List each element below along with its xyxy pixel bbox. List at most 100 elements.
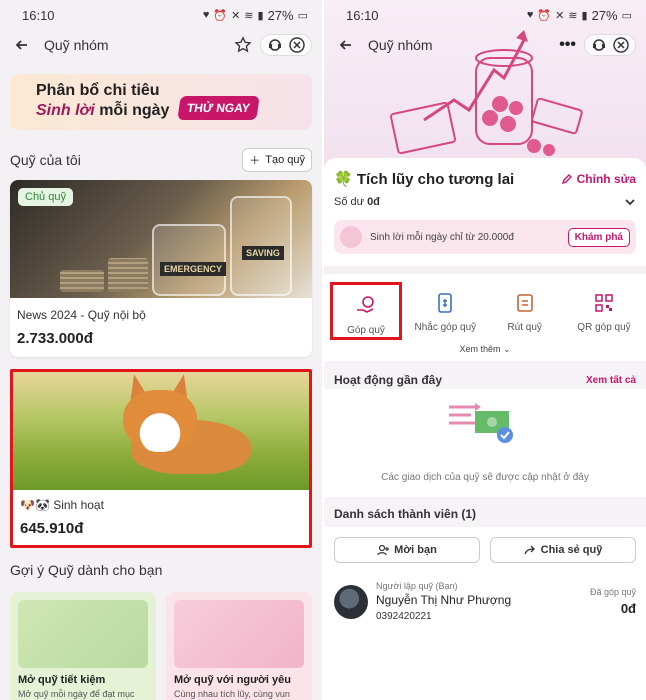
- banner-line2-rest: mỗi ngày: [94, 102, 170, 119]
- close-icon[interactable]: [289, 37, 305, 53]
- more-icon[interactable]: •••: [559, 36, 576, 54]
- withdraw-button[interactable]: Rút quỹ: [489, 282, 561, 340]
- back-button[interactable]: [334, 33, 358, 57]
- balance-value: 0đ: [367, 196, 380, 208]
- left-screen: 16:10 ♥ ⏰ ✕ ≋ ▮ 27% ▭ Quỹ nhóm Phân bổ c…: [0, 0, 322, 700]
- avatar: [334, 584, 368, 619]
- alarm-icon: ⏰: [537, 9, 552, 22]
- section-separator: [324, 266, 646, 274]
- top-bar: Quỹ nhóm •••: [324, 30, 646, 60]
- member-contribution: Đã góp quỹ 0đ: [590, 587, 636, 616]
- banner-line2-italic: Sinh lời: [36, 102, 95, 119]
- wifi-icon: ≋: [244, 9, 254, 22]
- mute-icon: ✕: [231, 9, 241, 22]
- owner-badge: Chủ quỹ: [18, 188, 73, 206]
- suggest-title-1: Mở quỹ tiết kiệm: [18, 674, 106, 686]
- alarm-icon: ⏰: [213, 9, 228, 22]
- empty-activity-text: Các giao dịch của quỹ sẽ được cập nhật ở…: [381, 472, 589, 483]
- heart-icon: ♥: [526, 9, 534, 21]
- mute-icon: ✕: [555, 9, 565, 22]
- close-icon[interactable]: [613, 37, 629, 53]
- qr-contribute-button[interactable]: QR góp quỹ: [568, 282, 640, 340]
- balance-row[interactable]: Số dư 0đ: [324, 188, 646, 208]
- support-icon[interactable]: [591, 37, 607, 53]
- top-bar: Quỹ nhóm: [0, 30, 322, 60]
- share-icon: [524, 545, 535, 555]
- hand-coin-icon: [357, 296, 374, 313]
- recent-activity-title: Hoạt động gần đây: [334, 373, 442, 387]
- fund-card-news[interactable]: EMERGENCY SAVING Chủ quỹ News 2024 - Quỹ…: [10, 180, 312, 357]
- profit-icon: [340, 226, 362, 248]
- couple-illustration: [174, 600, 304, 668]
- fund-name: News 2024 - Quỹ nội bộ: [17, 308, 146, 322]
- recent-activity-empty: Các giao dịch của quỹ sẽ được cập nhật ở…: [324, 389, 646, 497]
- page-title: Quỹ nhóm: [44, 37, 109, 53]
- header-pill: [260, 34, 312, 56]
- explore-button[interactable]: Khám phá: [567, 227, 630, 247]
- edit-icon: [561, 174, 572, 185]
- member-phone: 0392420221: [376, 611, 432, 622]
- contribution-label: Đã góp quỹ: [589, 587, 636, 597]
- banner-line2: Sinh lời mỗi ngày: [36, 102, 312, 120]
- suggest-desc-2: Cùng nhau tích lũy, cùng vun đắp cho tươ…: [174, 689, 290, 699]
- share-fund-button[interactable]: Chia sẻ quỹ: [490, 537, 636, 563]
- chevron-down-icon[interactable]: [624, 196, 636, 208]
- status-bar: 16:10 ♥ ⏰ ✕ ≋ ▮ 27% ▭: [0, 0, 322, 30]
- fund-title: 🍀 Tích lũy cho tương lai: [334, 171, 515, 188]
- suggest-card-savings[interactable]: Mở quỹ tiết kiệm Mở quỹ mỗi ngày để đạt …: [10, 592, 156, 700]
- status-time: 16:10: [22, 7, 55, 23]
- suggest-title-2: Mở quỹ với người yêu: [174, 674, 291, 686]
- create-fund-button[interactable]: ＋ Tạo quỹ: [242, 148, 312, 172]
- status-time: 16:10: [346, 7, 379, 23]
- savings-illustration: [18, 600, 148, 668]
- remind-button[interactable]: Nhắc góp quỹ: [409, 282, 481, 340]
- contribute-label: Góp quỹ: [347, 325, 385, 336]
- invite-button[interactable]: Mời bạn: [334, 537, 480, 563]
- banner-line1: Phân bổ chi tiêu: [36, 82, 160, 99]
- profit-promo[interactable]: Sinh lời mỗi ngày chỉ từ 20.000đ Khám ph…: [334, 220, 636, 254]
- member-row[interactable]: Người lập quỹ (Bạn) Nguyễn Thị Như Phượn…: [324, 563, 646, 622]
- fund-amount: 2.733.000đ: [17, 330, 93, 347]
- create-fund-label: Tạo quỹ: [265, 154, 305, 166]
- status-bar: 16:10 ♥ ⏰ ✕ ≋ ▮ 27% ▭: [324, 0, 646, 30]
- status-icons: ♥ ⏰ ✕ ≋ ▮ 27% ▭: [527, 8, 632, 23]
- edit-button[interactable]: Chỉnh sửa: [561, 172, 636, 186]
- members-title: Danh sách thành viên (1): [324, 497, 646, 527]
- fund-image-dog: [13, 372, 309, 490]
- suggest-desc-1: Mở quỹ mỗi ngày để đạt mục tiêu tiết kiệ…: [18, 689, 135, 699]
- suggest-card-couple[interactable]: Mở quỹ với người yêu Cùng nhau tích lũy,…: [166, 592, 312, 700]
- my-funds-header: Quỹ của tôi ＋ Tạo quỹ: [10, 148, 312, 172]
- jar-emergency: [152, 224, 226, 296]
- member-info: Người lập quỹ (Bạn) Nguyễn Thị Như Phượn…: [376, 581, 582, 622]
- banner-cta-button[interactable]: THỬ NGAY: [177, 96, 260, 120]
- contribute-button[interactable]: Góp quỹ: [330, 282, 402, 340]
- jar-label-emergency: EMERGENCY: [160, 262, 227, 276]
- promo-banner[interactable]: Phân bổ chi tiêu Sinh lời mỗi ngày THỬ N…: [10, 74, 312, 130]
- coin-stack: [108, 258, 148, 292]
- dog-head: [123, 390, 197, 452]
- quick-actions: Góp quỹ Nhắc góp quỹ Rút quỹ QR góp quỹ: [324, 282, 646, 340]
- fund-amount: 645.910đ: [20, 520, 84, 537]
- chevron-down-icon: ⌄: [502, 344, 511, 354]
- share-fund-label: Chia sẻ quỹ: [540, 544, 603, 556]
- fund-title-row: 🍀 Tích lũy cho tương lai Chỉnh sửa: [324, 158, 646, 188]
- see-all-link[interactable]: Xem tất cả: [586, 375, 636, 386]
- contribution-value: 0đ: [620, 601, 636, 616]
- signal-icon: ▮: [257, 9, 264, 22]
- transfer-money-icon: [449, 403, 513, 443]
- star-icon[interactable]: [234, 36, 252, 54]
- invite-label: Mời bạn: [394, 544, 437, 556]
- heart-icon: ♥: [202, 9, 210, 21]
- edit-label: Chỉnh sửa: [576, 172, 636, 186]
- balance-text: Số dư 0đ: [334, 196, 380, 208]
- fund-card-sinh-hoat[interactable]: 🐶🐼 Sinh hoạt 645.910đ: [10, 369, 312, 548]
- status-icons: ♥ ⏰ ✕ ≋ ▮ 27% ▭: [203, 8, 308, 23]
- back-button[interactable]: [10, 33, 34, 57]
- plus-icon: ＋: [249, 155, 261, 167]
- support-icon[interactable]: [267, 37, 283, 53]
- jar-label-saving: SAVING: [242, 246, 284, 260]
- coin-stack: [60, 270, 104, 292]
- see-more-button[interactable]: Xem thêm ⌄: [324, 344, 646, 355]
- signal-icon: ▮: [581, 9, 588, 22]
- withdraw-label: Rút quỹ: [507, 322, 542, 333]
